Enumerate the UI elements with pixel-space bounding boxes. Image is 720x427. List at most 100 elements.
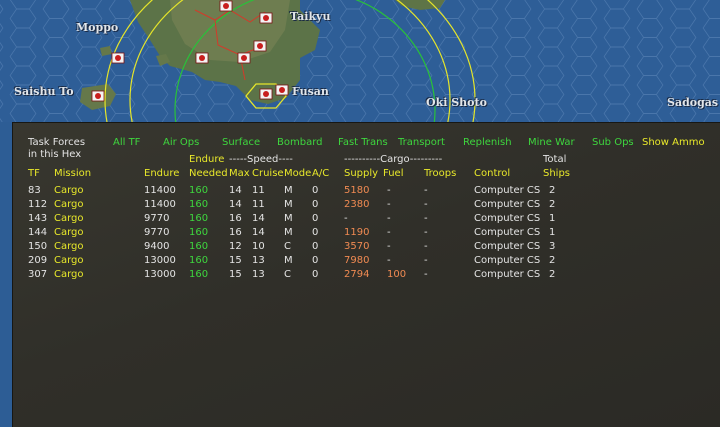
tf-mission[interactable]: Cargo [54, 255, 84, 267]
col-fuel[interactable]: Fuel [383, 168, 403, 180]
tf-mode: M [284, 199, 293, 210]
tf-max-speed: 14 [229, 199, 242, 210]
col-control[interactable]: Control [474, 168, 510, 180]
tf-id[interactable]: 150 [28, 241, 47, 253]
tf-control: Computer CS [474, 185, 541, 196]
tf-ships: 1 [549, 213, 556, 224]
rising-sun-icon [241, 55, 247, 61]
tf-cruise-speed: 14 [252, 213, 265, 224]
task-force-row[interactable]: 209 Cargo 13000 160 15 13 M 0 7980 - - Computer CS 2 [13, 255, 613, 269]
task-force-row[interactable]: 144 Cargo 9770 160 16 14 M 0 1190 - - Computer CS 1 [13, 227, 613, 241]
filter-surface[interactable]: Surface [222, 137, 260, 149]
tf-troops: - [424, 199, 428, 210]
tf-cruise-speed: 13 [252, 255, 265, 266]
tf-mission[interactable]: Cargo [54, 241, 84, 253]
tf-control: Computer CS [474, 227, 541, 238]
tf-id[interactable]: 307 [28, 269, 47, 281]
filter-all-tf[interactable]: All TF [113, 137, 140, 149]
header-speed-group: -----Speed---- [229, 154, 293, 165]
tf-mission[interactable]: Cargo [54, 185, 84, 197]
rising-sun-icon [263, 15, 269, 21]
col-max[interactable]: Max [229, 168, 250, 180]
tf-supply: - [344, 213, 348, 224]
filter-fast-trans[interactable]: Fast Trans [338, 137, 388, 149]
col-supply[interactable]: Supply [344, 168, 378, 180]
tf-fuel: - [387, 241, 391, 252]
map-label-saishu-to: Saishu To [14, 85, 74, 98]
header-total-group: Total [543, 154, 567, 165]
rising-sun-icon [223, 3, 229, 9]
tf-control: Computer CS [474, 241, 541, 252]
tf-id[interactable]: 83 [28, 185, 41, 197]
tf-supply: 5180 [344, 185, 370, 196]
tf-mode: M [284, 213, 293, 224]
filter-bombard[interactable]: Bombard [277, 137, 322, 149]
tf-mission[interactable]: Cargo [54, 227, 84, 239]
filter-transport[interactable]: Transport [398, 137, 445, 149]
tf-endure: 13000 [144, 255, 176, 266]
tf-fuel: - [387, 255, 391, 266]
tf-aircraft: 0 [312, 213, 319, 224]
tf-troops: - [424, 185, 428, 196]
col-mission[interactable]: Mission [54, 168, 91, 180]
tf-id[interactable]: 112 [28, 199, 47, 211]
col-endure[interactable]: Endure [144, 168, 179, 180]
col-ac[interactable]: A/C [312, 168, 329, 180]
tf-mission[interactable]: Cargo [54, 199, 84, 211]
task-force-row[interactable]: 150 Cargo 9400 160 12 10 C 0 3570 - - Computer CS 3 [13, 241, 613, 255]
tf-needed: 160 [189, 227, 209, 238]
rising-sun-icon [279, 87, 285, 93]
tf-id[interactable]: 144 [28, 227, 47, 239]
col-needed[interactable]: Needed [189, 168, 228, 180]
tf-mode: C [284, 269, 291, 280]
filter-replenish[interactable]: Replenish [463, 137, 512, 149]
tf-troops: - [424, 227, 428, 238]
col-tf[interactable]: TF [28, 168, 40, 180]
task-force-row[interactable]: 307 Cargo 13000 160 15 13 C 0 2794 100 - Computer C… [13, 269, 613, 283]
map-view[interactable] [0, 0, 720, 122]
map-label-sadogas: Sadogas [667, 96, 719, 109]
tf-endure: 9770 [144, 213, 170, 224]
tf-aircraft: 0 [312, 199, 319, 210]
filter-mine-war[interactable]: Mine War [528, 137, 575, 149]
tf-aircraft: 0 [312, 241, 319, 252]
tf-control: Computer CS [474, 269, 541, 280]
task-force-row[interactable]: 143 Cargo 9770 160 16 14 M 0 - - - Computer CS 1 [13, 213, 613, 227]
col-mode[interactable]: Mode [284, 168, 311, 180]
tf-max-speed: 12 [229, 241, 242, 252]
tf-id[interactable]: 143 [28, 213, 47, 225]
tf-cruise-speed: 13 [252, 269, 265, 280]
tf-aircraft: 0 [312, 255, 319, 266]
tf-endure: 9400 [144, 241, 170, 252]
tf-max-speed: 15 [229, 269, 242, 280]
tf-control: Computer CS [474, 213, 541, 224]
tf-cruise-speed: 11 [252, 199, 265, 210]
tf-id[interactable]: 209 [28, 255, 47, 267]
col-cruise[interactable]: Cruise [252, 168, 284, 180]
tf-needed: 160 [189, 199, 209, 210]
filter-sub-ops[interactable]: Sub Ops [592, 137, 634, 149]
tf-max-speed: 15 [229, 255, 242, 266]
task-force-row[interactable]: 112 Cargo 11400 160 14 11 M 0 2380 - - Computer CS 2 [13, 199, 613, 213]
show-ammo-toggle[interactable]: Show Ammo [642, 137, 705, 149]
task-force-row[interactable]: 83 Cargo 11400 160 14 11 M 0 5180 - - Computer CS 2 [13, 185, 613, 199]
map-label-moppo: Moppo [76, 21, 119, 34]
header-endure-group: Endure [189, 154, 225, 165]
tf-mission[interactable]: Cargo [54, 213, 84, 225]
tf-ships: 1 [549, 227, 556, 238]
col-ships[interactable]: Ships [543, 168, 570, 180]
tf-mode: M [284, 185, 293, 196]
rising-sun-icon [199, 55, 205, 61]
tf-ships: 2 [549, 269, 556, 280]
tf-troops: - [424, 241, 428, 252]
tf-troops: - [424, 269, 428, 280]
map-label-fusan: Fusan [292, 85, 329, 98]
filter-air-ops[interactable]: Air Ops [163, 137, 199, 149]
col-troops[interactable]: Troops [424, 168, 456, 180]
tf-cruise-speed: 14 [252, 227, 265, 238]
tf-mission[interactable]: Cargo [54, 269, 84, 281]
tf-needed: 160 [189, 241, 209, 252]
tf-supply: 7980 [344, 255, 370, 266]
tf-aircraft: 0 [312, 227, 319, 238]
map-label-taikyu: Taikyu [290, 10, 331, 23]
